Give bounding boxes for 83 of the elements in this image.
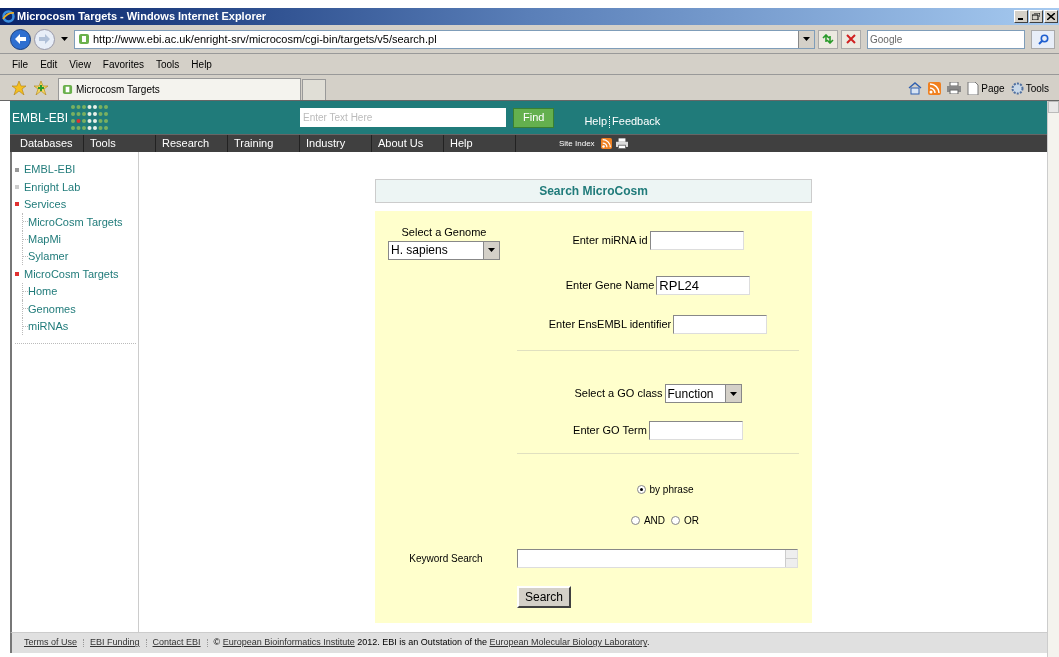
sidebar-link[interactable]: miRNAs — [28, 317, 69, 335]
home-icon[interactable] — [908, 81, 923, 95]
embl-link[interactable]: European Molecular Biology Laboratory — [489, 637, 647, 648]
keyword-label: Keyword Search — [408, 552, 484, 566]
mirna-field[interactable] — [649, 231, 744, 250]
feedback-link[interactable]: Feedback — [612, 113, 661, 130]
ensembl-label: Enter EnsEMBL identifier — [548, 317, 672, 333]
dots-logo-icon — [70, 103, 110, 132]
history-dropdown-icon[interactable] — [61, 37, 68, 41]
form-title: Search MicroCosm — [375, 179, 812, 203]
forward-arrow-icon — [39, 34, 50, 44]
printer-icon[interactable] — [615, 138, 628, 149]
sidebar-link[interactable]: MapMi — [28, 231, 61, 248]
site-index-link[interactable]: Site Index — [559, 137, 595, 150]
sidebar-link[interactable]: Home — [28, 283, 58, 300]
nav-item[interactable]: Help — [444, 135, 516, 152]
printer-icon[interactable] — [947, 82, 962, 94]
nav-item[interactable]: Databases — [10, 135, 84, 152]
genome-label: Select a Genome — [400, 225, 488, 240]
close-icon — [846, 34, 856, 44]
keyword-field[interactable] — [517, 549, 798, 568]
sidebar-link[interactable]: MicroCosm Targets — [24, 265, 119, 283]
refresh-icon — [822, 34, 834, 44]
add-favorite-icon[interactable] — [34, 81, 48, 95]
browser-logo-icon — [2, 10, 15, 23]
gene-label: Enter Gene Name — [565, 278, 655, 294]
search-icon[interactable] — [1031, 29, 1055, 49]
tools-menu-button[interactable]: Tools — [1010, 80, 1049, 96]
mirna-label: Enter miRNA id — [572, 233, 648, 249]
help-link[interactable]: Help — [584, 113, 608, 130]
gear-icon — [1010, 81, 1024, 95]
copyright-text: © European Bioinformatics Institute 2012. EBI is an Outstation of the European Molecular Biology Laboratory. — [213, 636, 650, 650]
footer-link[interactable]: Terms of Use — [24, 636, 77, 650]
sidebar-link[interactable]: Sylamer — [28, 248, 69, 265]
sidebar-link[interactable]: Genomes — [28, 300, 76, 318]
gene-field[interactable]: RPL24 — [656, 276, 751, 295]
menu-item[interactable]: Help — [191, 56, 212, 72]
page-menu-button[interactable]: Page — [967, 80, 1005, 96]
nav-item[interactable]: Training — [228, 135, 300, 152]
site-search-field[interactable]: Enter Text Here — [300, 108, 506, 127]
stop-button[interactable] — [841, 29, 861, 49]
ensembl-field[interactable] — [673, 315, 768, 334]
minimize-icon[interactable] — [1014, 10, 1028, 23]
star-icon[interactable] — [12, 81, 26, 95]
restore-icon[interactable] — [1029, 10, 1043, 23]
browser-search-field[interactable]: Google — [867, 29, 1025, 49]
menu-item[interactable]: View — [69, 56, 91, 72]
close-icon[interactable] — [1044, 10, 1058, 23]
nav-item[interactable]: Industry — [300, 135, 372, 152]
genome-select[interactable]: H. sapiens — [388, 240, 500, 260]
sidebar-link[interactable]: Enright Lab — [24, 178, 81, 196]
sidebar-link[interactable]: Services — [24, 196, 67, 213]
site-logo[interactable]: EMBL-EBI — [12, 108, 68, 127]
menu-item[interactable]: File — [12, 56, 29, 72]
menu-item[interactable]: Tools — [156, 56, 180, 72]
radio-option[interactable]: by phrase — [636, 482, 694, 497]
back-button[interactable] — [10, 28, 31, 50]
radio-option[interactable]: AND — [630, 513, 666, 528]
address-field[interactable]: http://www.ebi.ac.uk/enright-srv/microcosm/cgi-bin/targets/v5/search.pl — [74, 29, 815, 49]
nav-item[interactable]: Research — [156, 135, 228, 152]
scrollbar[interactable] — [1047, 101, 1059, 657]
nav-item[interactable]: About Us — [372, 135, 444, 152]
browser-tab[interactable]: Microcosm Targets — [58, 78, 301, 100]
sidebar-link[interactable]: MicroCosm Targets — [28, 213, 123, 231]
site-favicon-icon — [62, 84, 73, 95]
window-title: Microcosm Targets - Windows Internet Explorer — [17, 9, 267, 25]
back-arrow-icon — [15, 34, 26, 44]
go-term-label: Enter GO Term — [573, 423, 647, 439]
search-button[interactable]: Search — [517, 586, 572, 608]
footer-link[interactable]: EBI Funding — [90, 636, 140, 650]
sidebar-link[interactable]: EMBL-EBI — [24, 161, 76, 178]
menu-item[interactable]: Favorites — [102, 56, 144, 72]
footer-link[interactable]: Contact EBI — [152, 636, 201, 650]
go-class-select[interactable]: Function — [664, 384, 742, 403]
go-class-label: Select a GO class — [574, 386, 663, 402]
nav-item[interactable]: Tools — [84, 135, 156, 152]
menu-item[interactable]: Edit — [40, 56, 58, 72]
radio-option[interactable]: OR — [671, 513, 700, 528]
feed-icon[interactable] — [600, 138, 612, 149]
go-term-field[interactable] — [648, 421, 743, 440]
site-favicon-icon — [78, 33, 90, 45]
institute-link[interactable]: European Bioinformatics Institute — [222, 637, 355, 648]
page-icon — [967, 81, 980, 95]
